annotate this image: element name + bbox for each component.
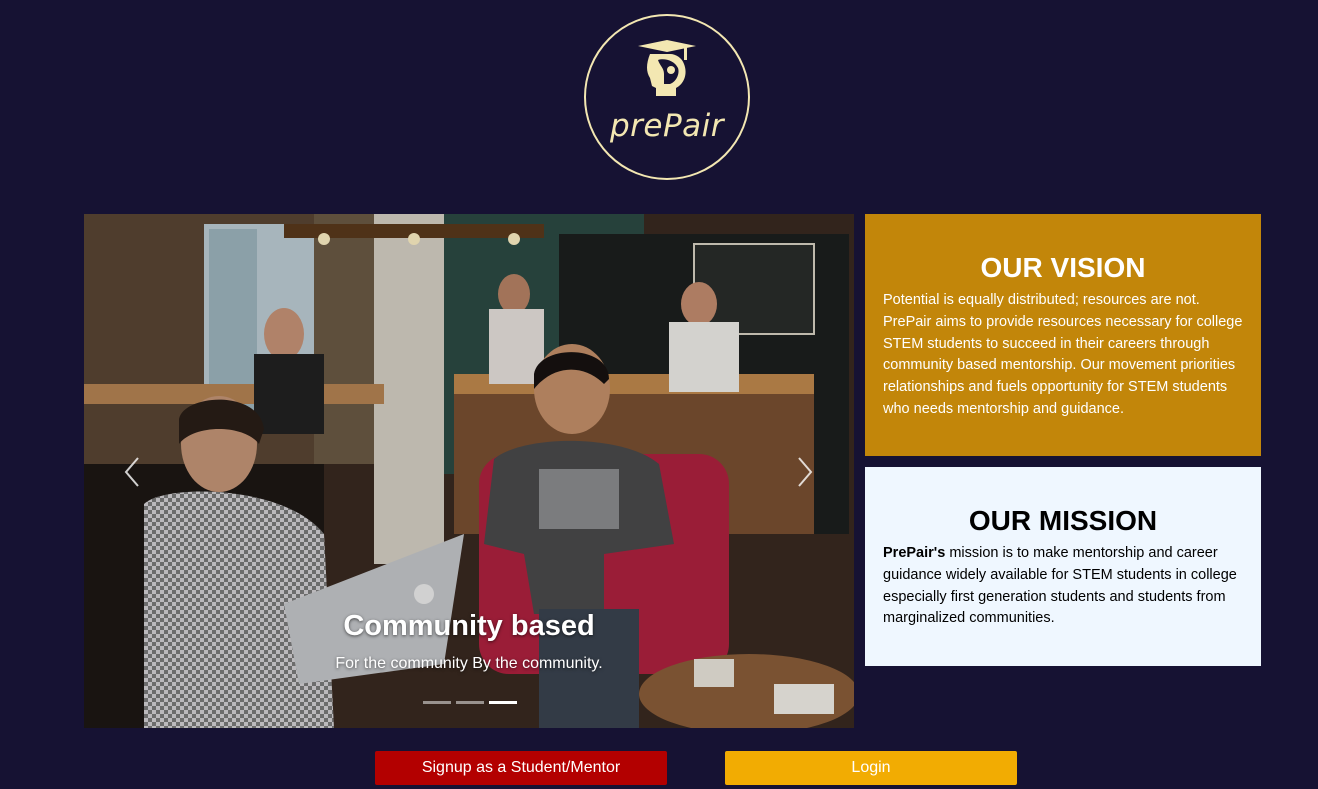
carousel-next-icon[interactable] (795, 455, 815, 489)
slide-caption: For the community By the community. (335, 655, 603, 672)
carousel-indicator-2[interactable] (456, 701, 484, 704)
carousel-indicator-1[interactable] (423, 701, 451, 704)
landing-page: prePair Community based For the communit… (0, 0, 1318, 789)
hero-carousel (84, 214, 854, 728)
vision-card: OUR VISION Potential is equally distribu… (865, 214, 1261, 456)
vision-body: Potential is equally distributed; resour… (883, 292, 1243, 417)
prepair-logo: prePair (584, 14, 750, 180)
login-button[interactable]: Login (725, 751, 1017, 785)
slide-title: Community based (343, 610, 595, 642)
carousel-indicator-3[interactable] (489, 701, 517, 704)
mission-card: OUR MISSION PrePair's mission is to make… (865, 467, 1261, 666)
brand-name: prePair (609, 108, 725, 144)
carousel-indicators (423, 701, 517, 704)
graduate-head-icon (638, 40, 696, 96)
carousel-slide-image (84, 214, 854, 728)
vision-title: OUR VISION (980, 252, 1146, 283)
mission-body: PrePair's mission is to make mentorship … (883, 543, 1243, 630)
carousel-prev-icon[interactable] (122, 455, 142, 489)
signup-button[interactable]: Signup as a Student/Mentor (375, 751, 667, 785)
mission-body-bold: PrePair's (883, 545, 946, 561)
mission-title: OUR MISSION (968, 505, 1158, 536)
